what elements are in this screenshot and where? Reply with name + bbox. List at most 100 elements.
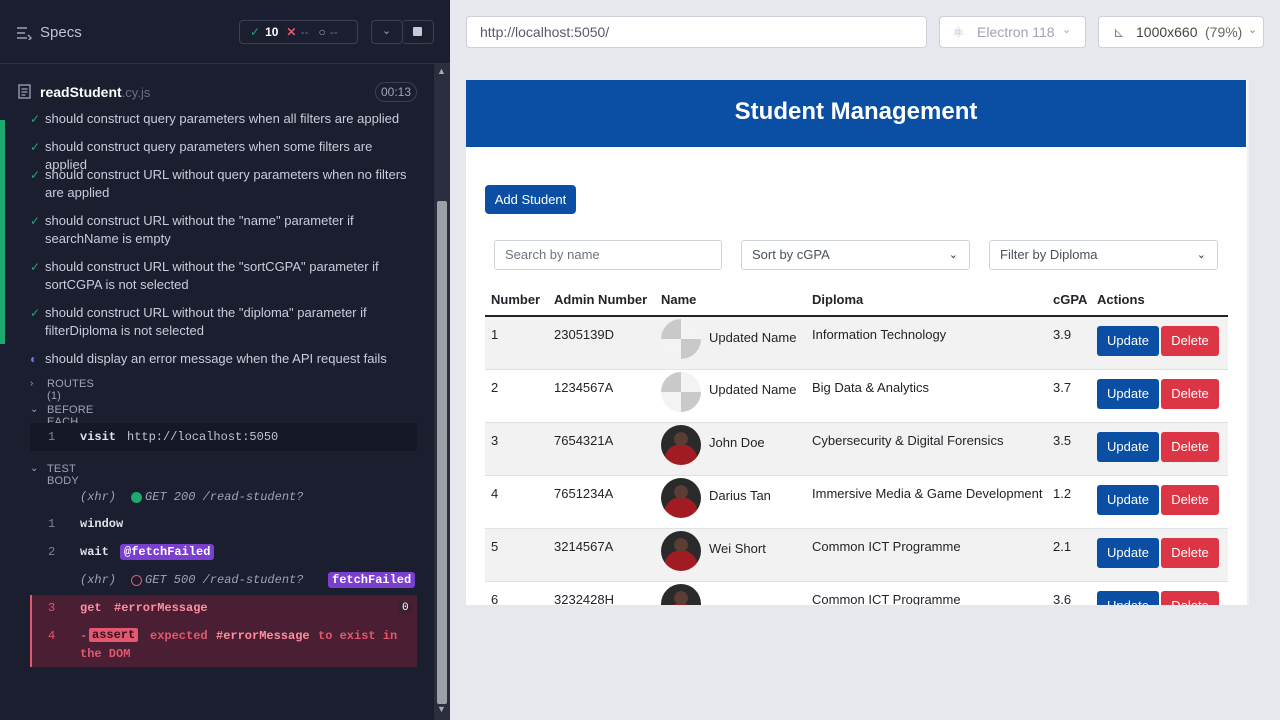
number-cell: 1 <box>485 316 548 370</box>
assert-text: the DOM <box>80 647 131 661</box>
chevron-right-icon: › <box>30 378 34 389</box>
cgpa-cell: 3.9 <box>1047 316 1091 370</box>
specs-label[interactable]: Specs <box>40 24 82 41</box>
ruler-icon: ⊾ <box>1113 24 1125 40</box>
url-bar[interactable]: http://localhost:5050/ <box>466 16 927 48</box>
assert-selector: #errorMessage <box>216 629 310 643</box>
check-icon: ✓ <box>30 112 41 126</box>
xhr-type: (xhr) <box>80 573 117 587</box>
browser-selector[interactable]: ⚛ Electron 118 ⌄ <box>939 16 1086 48</box>
viewport-zoom: (79%) <box>1205 24 1243 40</box>
scroll-thumb[interactable] <box>437 201 447 704</box>
admin-number-cell: 1234567A <box>548 369 655 423</box>
cgpa-cell: 2.1 <box>1047 528 1091 582</box>
command-name: window <box>80 517 124 531</box>
command-arg: http://localhost:5050 <box>127 430 279 444</box>
scroll-down-icon: ▼ <box>437 704 446 714</box>
table-header-row: Number Admin Number Name Diploma cGPA Ac… <box>485 284 1228 317</box>
routes-label: ROUTES (1) <box>47 378 95 402</box>
number-cell: 2 <box>485 369 548 423</box>
app-scrollbar[interactable]: ▲ ▼ <box>1247 80 1249 605</box>
avatar <box>661 319 701 359</box>
delete-button[interactable]: Delete <box>1161 326 1219 356</box>
xhr-text: GET 200 /read-student? <box>145 490 304 504</box>
assert-text: to exist in <box>318 629 398 643</box>
update-button[interactable]: Update <box>1097 537 1159 568</box>
admin-number-cell: 2305139D <box>548 316 655 370</box>
command-name[interactable]: get <box>80 601 102 615</box>
collapse-button[interactable]: ⌄ <box>371 20 403 44</box>
delete-button[interactable]: Delete <box>1161 484 1219 515</box>
update-button[interactable]: Update <box>1097 484 1159 515</box>
admin-number-cell: 3232428H <box>548 581 655 605</box>
update-button[interactable]: Update <box>1097 431 1159 462</box>
delete-button[interactable]: Delete <box>1161 537 1219 568</box>
student-name: Wei Short <box>709 541 766 556</box>
actions-cell: Update Delete <box>1091 475 1228 529</box>
sort-select[interactable]: Sort by cGPA ⌄ <box>741 240 970 270</box>
element-count-badge: 0 <box>399 602 412 614</box>
name-cell: John Doe <box>655 422 806 476</box>
column-header: cGPA <box>1047 284 1091 317</box>
search-input[interactable]: Search by name <box>494 240 722 270</box>
assert-tag[interactable]: assert <box>89 628 139 642</box>
alias-tag: @fetchFailed <box>120 544 215 560</box>
test-title: should construct URL without query param… <box>45 167 407 200</box>
admin-number-cell: 3214567A <box>548 528 655 582</box>
filter-select-value: Filter by Diploma <box>1000 247 1098 262</box>
running-spinner-icon: ◐ <box>30 352 38 366</box>
add-student-button[interactable]: Add Student <box>485 185 576 214</box>
command-xhr-500[interactable]: (xhr) GET 500 /read-student? fetchFailed <box>30 566 417 594</box>
chevron-down-icon: ⌄ <box>30 404 39 415</box>
delete-button[interactable]: Delete <box>1161 590 1219 605</box>
column-header: Admin Number <box>548 284 655 317</box>
specs-list-icon[interactable] <box>16 26 32 40</box>
spec-file-ext: .cy.js <box>121 85 151 100</box>
actions-cell: Update Delete <box>1091 581 1228 605</box>
command-visit[interactable]: 1 visit http://localhost:5050 <box>30 423 417 451</box>
chevron-down-icon: ⌄ <box>30 463 39 474</box>
file-icon <box>18 84 31 99</box>
name-cell: Darius Tan <box>655 475 806 529</box>
command-wait[interactable]: 2 wait @fetchFailed <box>30 538 417 566</box>
admin-number-cell: 7651234A <box>548 475 655 529</box>
delete-button[interactable]: Delete <box>1161 431 1219 462</box>
spec-timer: 00:13 <box>375 82 417 102</box>
chevron-down-icon: ⌄ <box>948 249 958 261</box>
name-cell: Updated Name <box>655 369 806 423</box>
test-title: should construct query parameters when a… <box>45 111 400 126</box>
diploma-cell: Common ICT Programme <box>806 528 1047 582</box>
command-number: 3 <box>48 601 56 615</box>
viewport-info[interactable]: ⊾ 1000x660 (79%) ⌄ <box>1098 16 1264 48</box>
number-cell: 6 <box>485 581 548 605</box>
diploma-cell: Common ICT Programme <box>806 581 1047 605</box>
table-row: 2 1234567A Updated Name Big Data & Analytic… <box>485 369 1228 423</box>
reporter-scrollbar[interactable]: ▲ ▼ <box>434 64 450 720</box>
command-name: wait <box>80 545 109 559</box>
table-row: 4 7651234A Darius Tan Immersive Media & Gam… <box>485 475 1228 529</box>
diploma-filter-select[interactable]: Filter by Diploma ⌄ <box>989 240 1218 270</box>
command-arg: #errorMessage <box>114 601 208 615</box>
name-cell <box>655 581 806 605</box>
dash-icon: - <box>80 629 88 643</box>
avatar <box>661 583 701 605</box>
update-button[interactable]: Update <box>1097 326 1159 356</box>
update-button[interactable]: Update <box>1097 590 1159 605</box>
chevron-down-icon: ⌄ <box>1062 24 1072 36</box>
check-icon: ✓ <box>30 140 41 154</box>
command-number: 2 <box>48 545 56 559</box>
diploma-cell: Information Technology <box>806 316 1047 370</box>
command-xhr-200[interactable]: (xhr) GET 200 /read-student? <box>30 483 417 511</box>
update-button[interactable]: Update <box>1097 378 1159 409</box>
name-cell: Wei Short <box>655 528 806 582</box>
specs-header: Specs ✓ 10 ✕ -- ○ -- ⌄ <box>0 0 450 64</box>
table-row: 1 2305139D Updated Name Information Technol… <box>485 316 1228 370</box>
number-cell: 5 <box>485 528 548 582</box>
command-number: 4 <box>48 629 56 643</box>
delete-button[interactable]: Delete <box>1161 378 1219 409</box>
command-window[interactable]: 1 window <box>30 510 417 538</box>
stop-button[interactable] <box>402 20 434 44</box>
failed-commands: 3 get #errorMessage 0 4 - assert expecte… <box>30 595 417 667</box>
check-icon: ✓ <box>30 168 41 182</box>
student-name: Updated Name <box>709 329 797 345</box>
